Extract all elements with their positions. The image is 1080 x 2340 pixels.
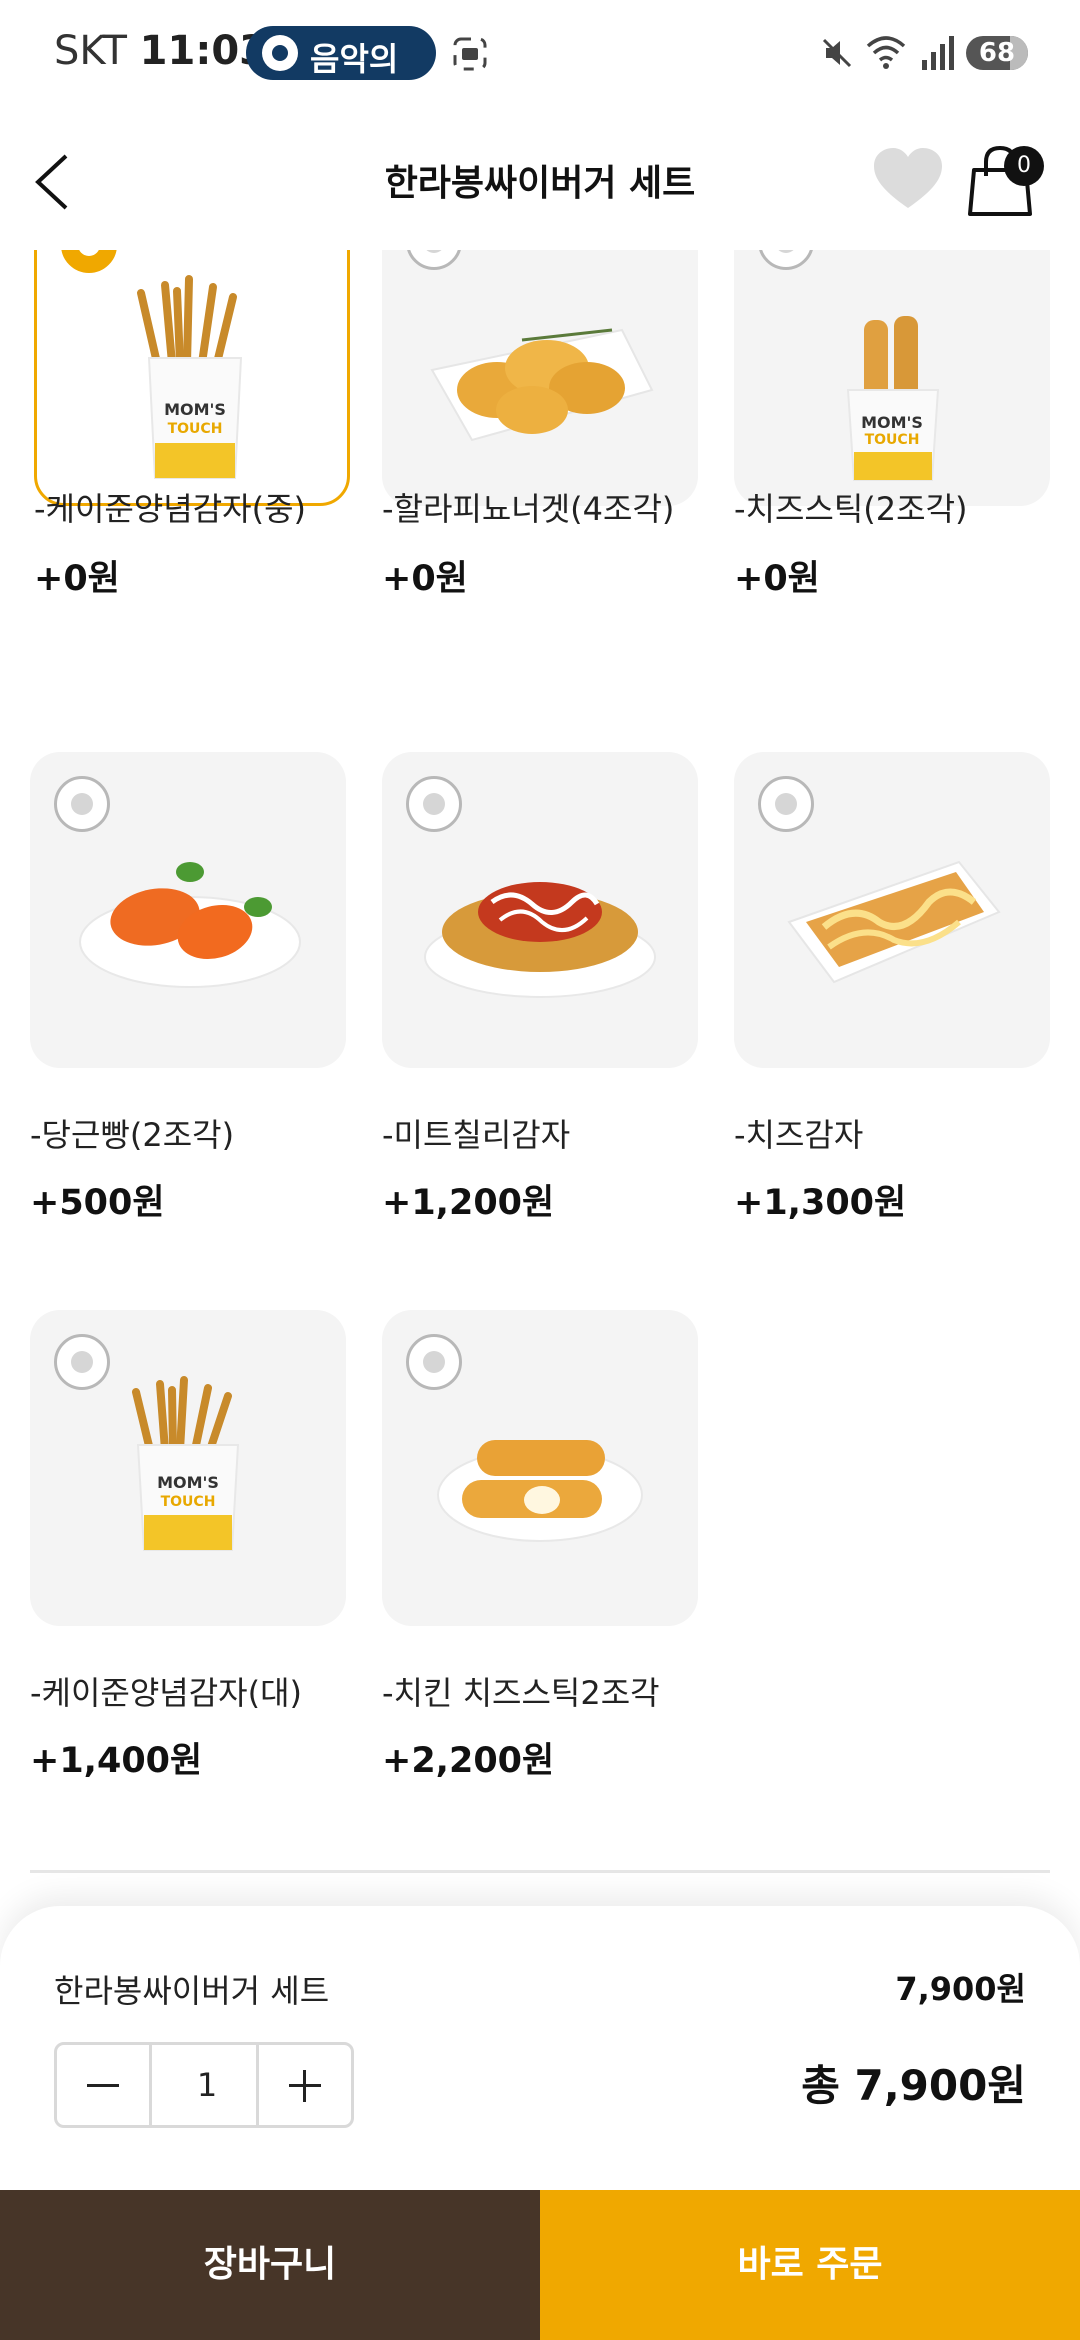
option-name: -미트칠리감자: [382, 1116, 571, 1154]
option-radio[interactable]: [406, 776, 462, 832]
nuggets-icon: [430, 328, 654, 442]
option-name: -치킨 치즈스틱2조각: [382, 1674, 660, 1712]
option-price: +500원: [30, 1183, 165, 1223]
option-price: +0원: [382, 559, 468, 599]
battery-level: 68: [978, 38, 1016, 68]
option-thumbnail: MOM'S TOUCH: [34, 250, 350, 506]
signal-icon: [922, 36, 954, 70]
wifi-icon: [866, 36, 906, 69]
option-price: +0원: [734, 559, 820, 599]
option-name: -할라피뇨너겟(4조각): [382, 490, 675, 528]
quantity-value[interactable]: 1: [152, 2045, 262, 2125]
option-radio[interactable]: [54, 776, 110, 832]
option-grid: MOM'S TOUCH -케이준양념감자(중) +0원 -할라피뇨너겟(4조각)…: [0, 250, 1080, 1900]
carrier-label: SKT: [54, 28, 127, 74]
option-thumbnail: MOM'S TOUCH: [30, 1310, 346, 1626]
option-thumbnail: [30, 752, 346, 1068]
svg-text:TOUCH: TOUCH: [161, 1494, 216, 1510]
option-thumbnail: [382, 250, 698, 506]
music-label: 음악의: [310, 40, 399, 78]
music-app-icon: [262, 35, 298, 71]
option-thumbnail: [382, 1310, 698, 1626]
option-price: +2,200원: [382, 1741, 555, 1781]
option-radio[interactable]: [54, 1334, 110, 1390]
option-name: -당근빵(2조각): [30, 1116, 235, 1154]
svg-text:MOM'S: MOM'S: [164, 400, 226, 419]
status-carrier-time: SKT 11:03: [54, 28, 267, 74]
summary-item-name: 한라봉싸이버거 세트: [54, 1972, 330, 2010]
order-now-button[interactable]: 바로 주문: [540, 2190, 1080, 2340]
svg-text:TOUCH: TOUCH: [865, 432, 920, 448]
decrease-quantity-button[interactable]: [57, 2045, 152, 2125]
option-price: +0원: [34, 559, 120, 599]
battery-indicator: 68: [966, 36, 1028, 70]
heart-icon[interactable]: [872, 146, 944, 212]
option-radio[interactable]: [758, 776, 814, 832]
option-thumbnail: [382, 752, 698, 1068]
summary-item-price: 7,900원: [895, 1970, 1026, 2008]
option-price: +1,300원: [734, 1183, 907, 1223]
svg-text:TOUCH: TOUCH: [168, 421, 223, 437]
option-name: -치즈스틱(2조각): [734, 490, 968, 528]
svg-text:MOM'S: MOM'S: [157, 1473, 219, 1492]
option-price: +1,200원: [382, 1183, 555, 1223]
option-name: -케이준양념감자(중): [34, 490, 307, 528]
increase-quantity-button[interactable]: [256, 2045, 351, 2125]
app-header: 한라봉싸이버거 세트: [0, 110, 1080, 250]
fries-bag-icon: MOM'S TOUCH: [137, 275, 243, 479]
music-notification-pill[interactable]: 음악의: [246, 26, 436, 80]
mute-icon: [822, 38, 852, 68]
add-to-cart-button[interactable]: 장바구니: [0, 2190, 540, 2340]
option-name: -케이준양념감자(대): [30, 1674, 303, 1712]
option-price: +1,400원: [30, 1741, 203, 1781]
option-radio[interactable]: [406, 1334, 462, 1390]
screenshot-icon: [453, 37, 487, 71]
option-thumbnail: [734, 752, 1050, 1068]
total-price: 총 7,900원: [801, 2061, 1026, 2110]
cheese-stick-bag-icon: MOM'S TOUCH: [846, 316, 940, 481]
svg-text:MOM'S: MOM'S: [861, 413, 923, 432]
status-bar: SKT 11:03 음악의 68: [0, 0, 1080, 110]
option-thumbnail: MOM'S TOUCH: [734, 250, 1050, 506]
cart-count-badge: 0: [1004, 146, 1044, 186]
quantity-stepper: 1: [54, 2042, 354, 2128]
option-name: -치즈감자: [734, 1116, 864, 1154]
order-summary-sheet: 한라봉싸이버거 세트 7,900원 1 총 7,900원: [0, 1906, 1080, 2190]
divider: [30, 1870, 1050, 1873]
